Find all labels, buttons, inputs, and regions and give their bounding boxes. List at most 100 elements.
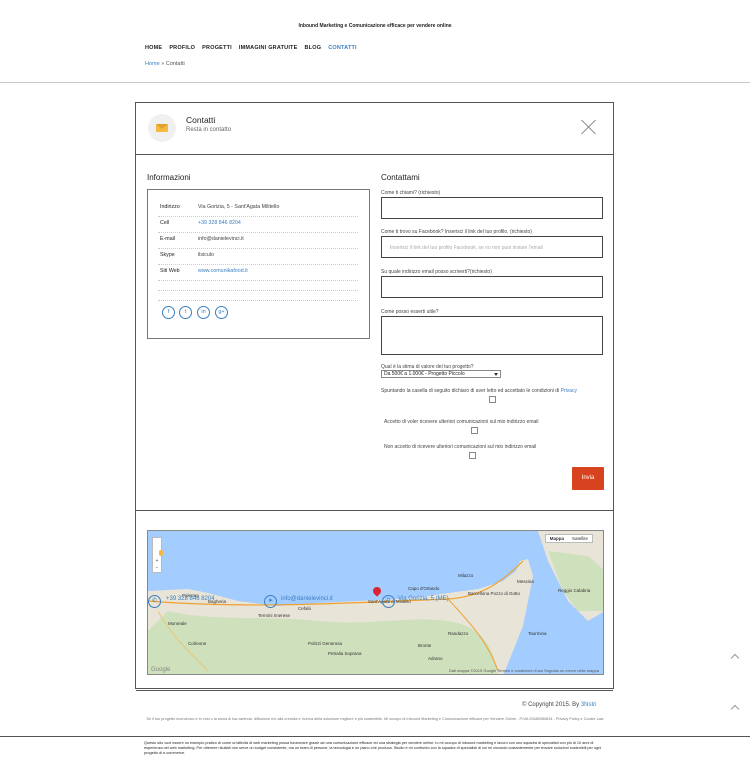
section-divider [136,510,613,511]
google-logo: Google [151,667,171,673]
privacy-text: Spuntando la casella di seguito dichiaro… [381,388,577,394]
scroll-up-icon[interactable] [730,653,740,663]
footer-address[interactable]: Via Gorizia, 5 (ME) [398,596,449,602]
name-input[interactable] [381,197,603,219]
nav-contatti[interactable]: CONTATTI [328,45,357,51]
info-value: ilsiculo [198,252,214,258]
linkedin-icon[interactable]: in [197,306,210,319]
map-label: Bronte [418,643,432,648]
map-label: Capo d'Orlando [408,586,440,591]
consent-yes-checkbox[interactable] [471,427,478,434]
facebook-placeholder: Inserisci il link del tuo profilo Facebo… [390,245,543,251]
info-key: E-mail [160,236,176,242]
email-label: Su quale indirizzo email posso scriverti… [381,269,492,275]
email-input[interactable] [381,276,603,298]
map[interactable]: + − Mappa Satellite Palermo Sant'Agata d… [147,530,604,675]
map-label: Petralia Soprana [328,651,362,656]
mail-icon [148,114,176,142]
info-key: Skype [160,252,175,258]
info-divider [158,290,358,291]
scroll-up-icon[interactable] [730,704,740,714]
author-link[interactable]: 3Nstri [581,702,597,708]
main-nav: HOME PROFILO PROGETTI IMMAGINI GRATUITE … [145,45,364,51]
phone-link[interactable]: +39 328 846 8204 [198,220,241,226]
copyright: © Copyright 2015. By 3Nstri [522,702,596,708]
copyright-text: © Copyright 2015. By [522,702,581,708]
section-divider [136,690,613,691]
map-label: Corleone [188,641,207,646]
googleplus-icon[interactable]: g+ [215,306,228,319]
info-divider [158,300,358,301]
privacy-link[interactable]: Privacy [561,388,577,394]
map-label: Messina [517,579,534,584]
map-type-map[interactable]: Mappa [546,535,568,542]
pegman-icon[interactable] [159,550,163,556]
footer-divider [0,736,750,737]
info-key: Cell [160,220,170,226]
message-textarea[interactable] [381,316,603,355]
map-label: Adrano [428,656,443,661]
tagline: Inbound Marketing e Comunicazione effica… [298,23,452,29]
breadcrumb: Home » Contatti [145,61,185,67]
send-icon: ➤ [264,595,277,608]
map-label: Monreale [168,621,187,626]
info-key: Indirizzo [160,204,180,210]
info-row-cell: Cell +39 328 846 8204 [158,216,358,233]
map-label: Barcellona Pozzo di Gotto [468,591,521,596]
privacy-checkbox[interactable] [489,396,496,403]
consent-no-label: Non accetto di ricevere ulteriori comuni… [384,444,537,450]
map-label: Cefalù [298,606,312,611]
nav-profilo[interactable]: PROFILO [169,45,195,51]
info-value: Via Gorizia, 5 - Sant'Agata Militello [198,204,280,210]
help-label: Come posso esserti utile? [381,309,439,315]
footer-email[interactable]: info@danielevinci.it [281,596,333,602]
card-title: Contatti [186,115,216,125]
map-footer: Google Dati mappa ©2015 Google Termini e… [148,667,603,674]
nav-blog[interactable]: BLOG [305,45,322,51]
facebook-label: Come ti trovo su Facebook? Inserisci il … [381,229,532,235]
map-label: Taormina [528,631,547,636]
chevron-down-icon [494,373,498,376]
nav-progetti[interactable]: PROGETTI [202,45,232,51]
consent-no-checkbox[interactable] [469,452,476,459]
breadcrumb-current: Contatti [165,61,185,67]
facebook-input[interactable]: Inserisci il link del tuo profilo Facebo… [381,236,603,258]
footer-phone[interactable]: +39 328 846 8204 [166,596,215,602]
info-row-website: Siti Web www.comunikafood.it [158,264,358,281]
consent-yes-label: Accetto di voler ricevere ulteriori comu… [384,419,539,425]
website-link[interactable]: www.comunikafood.it [198,268,248,274]
nav-home[interactable]: HOME [145,45,162,51]
map-attribution[interactable]: Dati mappa ©2015 Google Termini e condiz… [449,668,599,673]
info-row-skype: Skype ilsiculo [158,248,358,265]
zoom-in-button[interactable]: + [153,558,161,564]
privacy-prefix: Spuntando la casella di seguito dichiaro… [381,388,561,394]
breadcrumb-home[interactable]: Home [145,61,160,67]
twitter-icon[interactable]: t [179,306,192,319]
submit-button[interactable]: Invia [572,467,604,490]
location-pin-icon: ⚲ [382,595,395,608]
info-row-address: Indirizzo Via Gorizia, 5 - Sant'Agata Mil… [158,200,358,217]
card-subtitle: Resta in contatto [186,127,232,133]
map-type-satellite[interactable]: Satellite [568,535,592,542]
info-heading: Informazioni [147,173,191,182]
close-icon[interactable] [581,119,597,135]
map-type-switch: Mappa Satellite [544,534,593,543]
zoom-out-button[interactable]: − [153,565,161,571]
value-select[interactable]: Da 500€ a 1.000€ - Progetto Piccolo [381,370,501,378]
map-label: Milazzo [458,573,474,578]
info-row-email: E-mail info@danielevinci.it [158,232,358,249]
footer-description: Questo sito vuol essere un esempio prati… [144,741,602,755]
nav-immagini-gratuite[interactable]: IMMAGINI GRATUITE [239,45,298,51]
form-heading: Contattami [381,173,420,182]
name-label: Come ti chiami? (richiesto) [381,190,441,196]
map-label: Randazzo [448,631,469,636]
footer-note: Se il tuo progetto economico e in crisi … [146,717,604,721]
header-divider [0,82,750,83]
info-key: Siti Web [160,268,180,274]
phone-icon: ✆ [148,595,161,608]
info-box: Indirizzo Via Gorizia, 5 - Sant'Agata Mil… [147,189,370,339]
map-label: Polizzi Generosa [308,641,343,646]
facebook-icon[interactable]: f [162,306,175,319]
zoom-controls: + − [152,537,163,573]
map-label: Termini Imerese [258,613,291,618]
